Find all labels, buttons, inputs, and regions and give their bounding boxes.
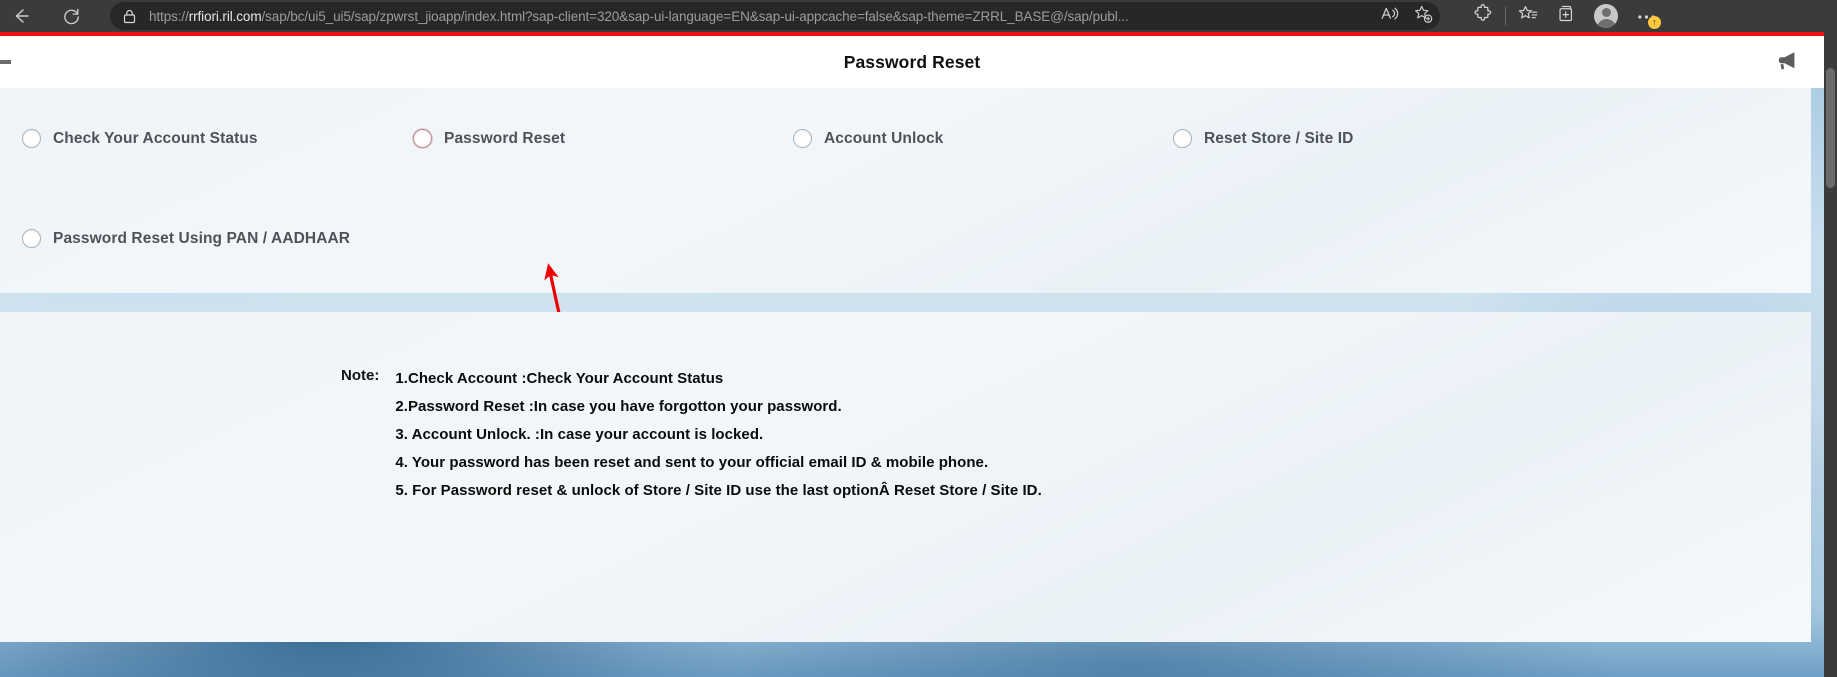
note-line: 2.Password Reset :In case you have forgo… (395, 398, 842, 415)
reload-icon (62, 7, 81, 26)
note-line: 1.Check Account :Check Your Account Stat… (395, 370, 724, 387)
page-content: Password Reset Check Your Account Status… (0, 32, 1824, 677)
profile-avatar-icon (1594, 4, 1618, 28)
note-block: Note: 1.Check Account :Check Your Accoun… (341, 365, 1042, 505)
extensions-button[interactable] (1464, 0, 1502, 32)
page-scrollbar-track[interactable] (1824, 32, 1837, 677)
option-label: Reset Store / Site ID (1204, 129, 1354, 147)
collections-icon (1557, 4, 1576, 28)
address-bar[interactable]: https://rrfiori.ril.com/sap/bc/ui5_ui5/s… (110, 2, 1440, 30)
radio-button[interactable] (22, 129, 41, 148)
back-button[interactable] (4, 2, 38, 30)
megaphone-icon[interactable] (1774, 49, 1798, 76)
profile-button[interactable] (1585, 0, 1627, 32)
option-password-reset-using-pan-aadhaar[interactable]: Password Reset Using PAN / AADHAAR (22, 229, 350, 248)
browser-toolbar: https://rrfiori.ril.com/sap/bc/ui5_ui5/s… (0, 0, 1837, 32)
lock-icon (114, 9, 144, 24)
radio-button[interactable] (413, 129, 432, 148)
url-text: https://rrfiori.ril.com/sap/bc/ui5_ui5/s… (149, 8, 1129, 24)
add-favorite-button[interactable] (1406, 4, 1440, 29)
favorites-button[interactable] (1509, 0, 1547, 32)
note-line: 5. For Password reset & unlock of Store … (395, 482, 1042, 499)
options-panel: Check Your Account Status Password Reset… (0, 88, 1811, 293)
toolbar-divider (1505, 7, 1506, 25)
page-scrollbar-thumb[interactable] (1826, 68, 1835, 188)
radio-button[interactable] (22, 229, 41, 248)
radio-button[interactable] (793, 129, 812, 148)
note-line: 3. Account Unlock. :In case your account… (395, 426, 764, 443)
extensions-puzzle-icon (1474, 4, 1493, 28)
radio-button[interactable] (1173, 129, 1192, 148)
note-line: 4. Your password has been reset and sent… (395, 454, 989, 471)
reload-button[interactable] (54, 2, 88, 30)
collections-button[interactable] (1547, 0, 1585, 32)
background-image-area: Check Your Account Status Password Reset… (0, 88, 1824, 677)
option-label: Password Reset (444, 129, 566, 147)
page-title: Password Reset (843, 51, 981, 72)
note-panel: Note: 1.Check Account :Check Your Accoun… (0, 312, 1811, 642)
back-arrow-icon (12, 7, 30, 25)
option-label: Password Reset Using PAN / AADHAAR (53, 229, 351, 247)
app-header: Password Reset (0, 36, 1824, 88)
header-left-marker (0, 60, 11, 64)
note-label: Note: (341, 367, 380, 384)
note-lines: 1.Check Account :Check Your Account Stat… (395, 365, 1041, 505)
option-label: Account Unlock (824, 129, 944, 147)
option-password-reset[interactable]: Password Reset (413, 129, 565, 148)
option-account-unlock[interactable]: Account Unlock (793, 129, 943, 148)
option-reset-store-site-id[interactable]: Reset Store / Site ID (1173, 129, 1353, 148)
update-available-badge: ↑ (1648, 16, 1661, 29)
favorites-list-icon (1518, 4, 1538, 28)
option-check-your-account-status[interactable]: Check Your Account Status (22, 129, 258, 148)
settings-more-button[interactable]: ↑ (1627, 0, 1665, 32)
add-favorite-star-icon (1413, 4, 1433, 29)
read-aloud-icon (1380, 5, 1399, 27)
option-label: Check Your Account Status (53, 129, 258, 147)
read-aloud-button[interactable] (1372, 5, 1406, 27)
